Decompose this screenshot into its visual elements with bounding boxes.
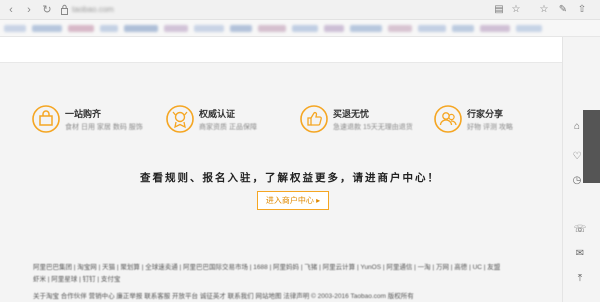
- back-to-top-icon[interactable]: ⤒: [573, 272, 587, 286]
- bookmark-item[interactable]: [164, 24, 188, 32]
- feature-subtitle: 好物 评测 攻略: [467, 124, 513, 131]
- bookmark-item[interactable]: [100, 24, 118, 32]
- share-icon[interactable]: ⇧: [575, 3, 589, 17]
- heart-icon[interactable]: ♡: [570, 150, 584, 164]
- bookmark-item[interactable]: [230, 24, 252, 32]
- bookmark-item[interactable]: [516, 24, 542, 32]
- customer-service-icon[interactable]: ☏: [573, 223, 587, 237]
- feature-title: 权威认证: [199, 109, 236, 119]
- bookmark-item[interactable]: [292, 24, 318, 32]
- feature-title: 一站购齐: [65, 109, 102, 119]
- feature-subtitle: 急速退款 15天无理由退货: [333, 124, 413, 131]
- bookmark-item[interactable]: [452, 24, 474, 32]
- bookmark-item[interactable]: [388, 24, 412, 32]
- lock-icon: [61, 4, 68, 15]
- bookmark-item[interactable]: [350, 24, 382, 32]
- bookmarks-bar: [0, 20, 600, 37]
- sidebar-dark-strip: [583, 110, 600, 183]
- feature-title: 买退无忧: [333, 109, 370, 119]
- features-row: 一站购齐 食材 日用 家居 数码 服饰 权威认证 商家资质 正品保障 买退无忧 …: [0, 100, 600, 140]
- reload-icon[interactable]: ↻: [40, 3, 54, 17]
- bag-icon: [32, 105, 60, 133]
- footer-links-row-2[interactable]: 虾米 | 阿里星球 | 钉钉 | 支付宝: [33, 273, 120, 283]
- thumbs-up-icon: [300, 105, 328, 133]
- bookmark-item[interactable]: [4, 24, 26, 32]
- cart-icon[interactable]: ⌂: [570, 120, 584, 134]
- feature-subtitle: 食材 日用 家居 数码 服饰: [65, 124, 143, 131]
- back-icon[interactable]: ‹: [4, 3, 18, 17]
- browser-toolbar: ‹ › ↻ taobao.com ▤ ☆ ☆ ✎ ⇧: [0, 0, 600, 20]
- forward-icon[interactable]: ›: [22, 3, 36, 17]
- favorites-list-icon[interactable]: ☆: [537, 3, 551, 17]
- bookmark-item[interactable]: [124, 24, 158, 32]
- bookmark-item[interactable]: [68, 24, 94, 32]
- bookmark-item[interactable]: [480, 24, 510, 32]
- bookmark-item[interactable]: [194, 24, 224, 32]
- merchant-center-button[interactable]: 进入商户中心 ▸: [257, 191, 329, 210]
- notes-icon[interactable]: ✎: [556, 3, 570, 17]
- address-bar[interactable]: taobao.com: [72, 5, 114, 15]
- bookmark-item[interactable]: [258, 24, 286, 32]
- badge-icon: [166, 105, 194, 133]
- favorite-star-icon[interactable]: ☆: [509, 3, 523, 17]
- content-top-band: [0, 37, 562, 63]
- reader-mode-icon[interactable]: ▤: [492, 3, 506, 17]
- footer-links-row-1[interactable]: 阿里巴巴集团 | 淘宝网 | 天猫 | 聚划算 | 全球速卖通 | 阿里巴巴国际…: [33, 261, 500, 271]
- merchant-slogan: 查看规则、报名入驻，了解权益更多，请进商户中心！: [140, 172, 440, 184]
- bookmark-item[interactable]: [418, 24, 446, 32]
- feedback-icon[interactable]: ✉: [573, 247, 587, 261]
- people-icon: [434, 105, 462, 133]
- history-icon[interactable]: ◷: [570, 174, 584, 188]
- feature-title: 行家分享: [467, 109, 504, 119]
- feature-subtitle: 商家资质 正品保障: [199, 124, 257, 131]
- bookmark-item[interactable]: [32, 24, 62, 32]
- bookmark-item[interactable]: [324, 24, 344, 32]
- footer-links-row-3[interactable]: 关于淘宝 合作伙伴 营销中心 廉正举报 联系客服 开放平台 诚征英才 联系我们 …: [33, 290, 414, 300]
